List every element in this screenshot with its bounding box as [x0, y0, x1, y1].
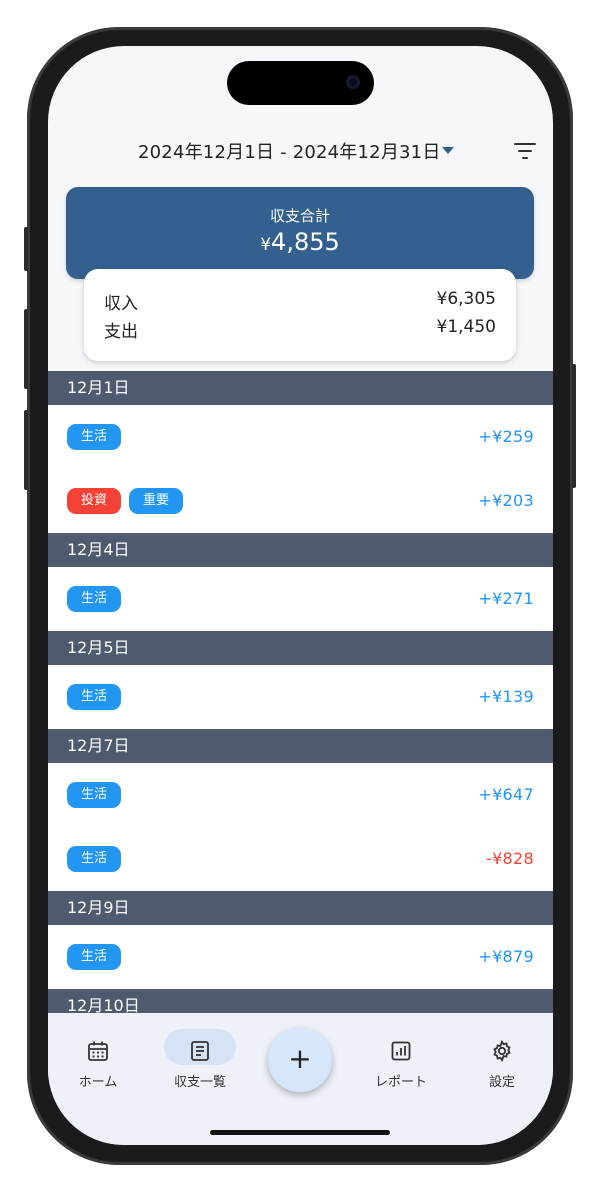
transaction-amount: +¥271 — [478, 589, 534, 608]
expense-row: 支出 ¥1,450 — [104, 317, 496, 345]
transaction-amount: -¥828 — [486, 849, 534, 868]
transaction-amount: +¥259 — [478, 427, 534, 446]
nav-list-label: 収支一覧 — [173, 1075, 226, 1090]
category-tag: 生活 — [67, 782, 122, 808]
volume-up-button — [24, 309, 28, 389]
category-tag: 生活 — [67, 586, 122, 612]
gear-icon — [493, 1039, 511, 1063]
caret-down-icon[interactable] — [442, 147, 454, 154]
transaction-row[interactable]: 生活 +¥259 — [48, 405, 553, 469]
date-header: 12月7日 — [48, 729, 553, 763]
date-header: 12月5日 — [48, 631, 553, 665]
dynamic-island — [227, 61, 374, 105]
nav-settings-label: 設定 — [488, 1075, 515, 1090]
total-label: 収支合計 — [269, 207, 330, 225]
transaction-row[interactable]: 生活 -¥828 — [48, 827, 553, 891]
income-row: 収入 ¥6,305 — [104, 289, 496, 317]
date-header: 12月9日 — [48, 891, 553, 925]
transaction-amount: +¥879 — [478, 947, 534, 966]
total-balance-card: 収支合計 ¥4,855 — [66, 187, 534, 279]
home-indicator[interactable] — [210, 1130, 390, 1135]
category-tag: 生活 — [67, 684, 122, 710]
bar-chart-icon — [391, 1041, 411, 1061]
transaction-row[interactable]: 生活 +¥139 — [48, 665, 553, 729]
category-tag: 投資 — [67, 488, 122, 514]
category-tag: 生活 — [67, 846, 122, 872]
total-value: ¥4,855 — [260, 228, 340, 256]
category-tag: 生活 — [67, 944, 122, 970]
transaction-row[interactable]: 投資 重要 +¥203 — [48, 469, 553, 533]
nav-report-label: レポート — [374, 1075, 427, 1090]
transaction-amount: +¥203 — [478, 491, 534, 510]
category-tag: 重要 — [129, 488, 184, 514]
volume-down-button — [24, 410, 28, 490]
list-icon — [191, 1041, 209, 1061]
date-header: 12月4日 — [48, 533, 553, 567]
transaction-row[interactable]: 生活 +¥271 — [48, 567, 553, 631]
app-header: 2024年12月1日 - 2024年12月31日 — [48, 136, 553, 166]
bottom-navigation: ホーム 収支一覧 + レポート 設定 — [48, 1013, 553, 1145]
transaction-row[interactable]: 生活 +¥647 — [48, 763, 553, 827]
transaction-list[interactable]: 12月1日 生活 +¥259 投資 重要 +¥203 12月4日 生活 +¥271 12月5日 生活… — [48, 371, 553, 1021]
app-screen: 2024年12月1日 - 2024年12月31日 収支合計 ¥4,855 収入 … — [48, 46, 553, 1145]
expense-value: ¥1,450 — [436, 317, 496, 337]
income-label: 収入 — [104, 294, 138, 314]
filter-icon[interactable] — [514, 142, 536, 160]
power-button — [572, 364, 576, 488]
mute-switch — [24, 227, 28, 271]
nav-report[interactable]: レポート — [361, 1029, 441, 1090]
nav-list[interactable]: 収支一覧 — [160, 1029, 240, 1090]
transaction-amount: +¥647 — [478, 785, 534, 804]
income-value: ¥6,305 — [436, 289, 496, 309]
add-transaction-button[interactable]: + — [268, 1028, 332, 1092]
category-tag: 生活 — [67, 424, 122, 450]
camera-icon — [346, 75, 360, 89]
calendar-icon — [88, 1041, 108, 1061]
transaction-row[interactable]: 生活 +¥879 — [48, 925, 553, 989]
date-header: 12月1日 — [48, 371, 553, 405]
date-range-selector[interactable]: 2024年12月1日 - 2024年12月31日 — [138, 138, 441, 164]
nav-home-label: ホーム — [78, 1075, 118, 1090]
nav-settings[interactable]: 設定 — [462, 1029, 542, 1090]
breakdown-card: 収入 ¥6,305 支出 ¥1,450 — [84, 269, 516, 361]
transaction-amount: +¥139 — [478, 687, 534, 706]
nav-home[interactable]: ホーム — [58, 1029, 138, 1090]
expense-label: 支出 — [104, 322, 138, 342]
